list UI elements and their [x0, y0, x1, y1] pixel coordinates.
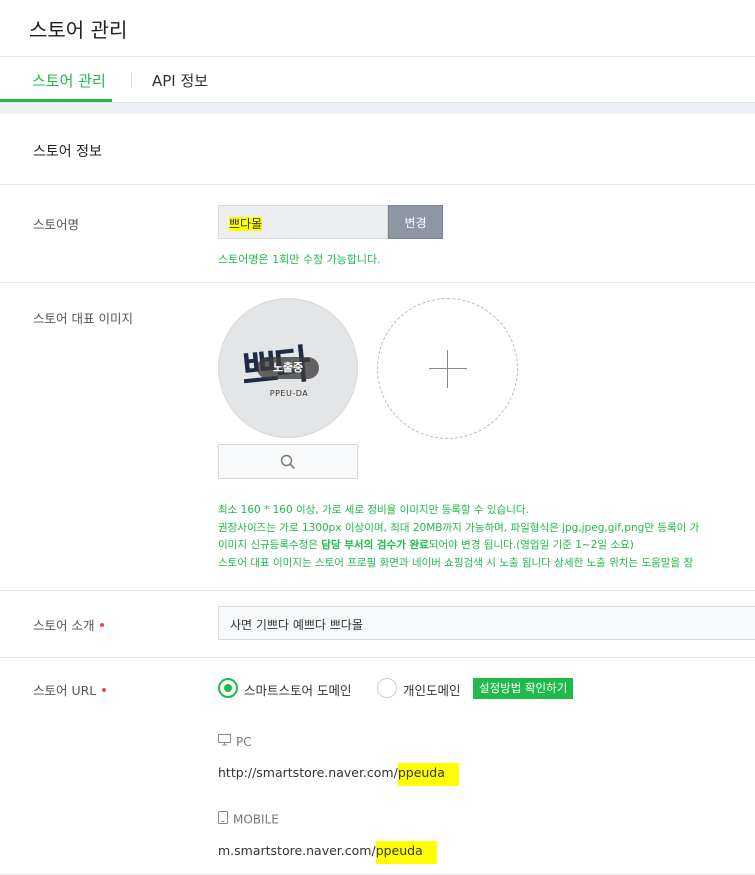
search-icon — [280, 454, 296, 470]
section-title: 스토어 정보 — [33, 144, 102, 160]
section-spacer — [0, 102, 755, 114]
page-header: 스토어 관리 — [0, 0, 755, 57]
store-logo-image[interactable]: 쁘다 PPEU-DA 노출중 — [218, 298, 358, 438]
required-indicator — [100, 622, 105, 627]
tab-api-info[interactable]: API 정보 — [152, 70, 208, 91]
personal-domain-label[interactable]: 개인도메인 — [403, 680, 461, 699]
tab-store-management[interactable]: 스토어 관리 — [32, 70, 106, 91]
image-note-1: 최소 160 * 160 이상, 가로 세로 정비율 이미지만 등록할 수 있습… — [218, 504, 529, 516]
store-name-value: 쁘다몰 — [229, 217, 263, 231]
setup-guide-button[interactable]: 설정방법 확인하기 — [473, 678, 574, 699]
divider — [0, 657, 755, 658]
store-intro-label: 스토어 소개 — [33, 615, 105, 634]
required-indicator — [102, 687, 107, 692]
logo-subtitle: PPEU-DA — [269, 389, 309, 398]
image-note-2: 권장사이즈는 가로 1300px 이상이며, 최대 20MB까지 가능하며, 파… — [218, 521, 700, 534]
plus-icon-vertical — [447, 350, 448, 388]
section-header: 스토어 정보 — [0, 114, 755, 185]
smartstore-domain-label[interactable]: 스마트스토어 도메인 — [244, 680, 351, 699]
personal-domain-radio[interactable] — [377, 678, 397, 698]
store-name-field[interactable]: 쁘다몰 — [218, 205, 388, 239]
tab-divider — [131, 72, 132, 88]
mobile-label: MOBILE — [218, 811, 279, 828]
image-note-4: 스토어 대표 이미지는 스토어 프로필 화면과 네이버 쇼핑검색 시 노출 됩니… — [218, 556, 694, 569]
tab-bar: 스토어 관리 API 정보 — [0, 57, 755, 102]
store-intro-input[interactable]: 사면 기쁘다 예쁘다 쁘다몰 — [218, 606, 755, 640]
pc-label: PC — [218, 734, 252, 750]
store-name-label: 스토어명 — [33, 217, 80, 232]
plus-icon — [429, 368, 467, 369]
image-note-3: 이미지 신규등록수정은 담당 부서의 검수가 완료되어야 변경 됩니다.(영업일… — [218, 539, 634, 551]
store-name-note: 스토어명은 1회만 수정 가능합니다. — [218, 253, 381, 266]
page-title: 스토어 관리 — [29, 18, 128, 42]
divider — [0, 590, 755, 591]
mobile-url[interactable]: m.smartstore.naver.com/ppeuda — [218, 841, 437, 864]
change-store-name-button[interactable]: 변경 — [388, 205, 443, 239]
monitor-icon — [218, 734, 231, 749]
store-image-label: 스토어 대표 이미지 — [33, 311, 133, 326]
pc-url[interactable]: http://smartstore.naver.com/ppeuda — [218, 763, 459, 786]
smartstore-domain-radio[interactable] — [218, 678, 238, 698]
image-guidelines: 최소 160 * 160 이상, 가로 세로 정비율 이미지만 등록할 수 있습… — [218, 502, 755, 572]
divider — [0, 282, 755, 283]
exposure-status-badge: 노출중 — [257, 357, 319, 379]
store-url-label: 스토어 URL — [33, 680, 107, 699]
zoom-image-button[interactable] — [218, 444, 358, 479]
add-image-button[interactable] — [377, 298, 518, 439]
mobile-icon — [218, 811, 228, 827]
